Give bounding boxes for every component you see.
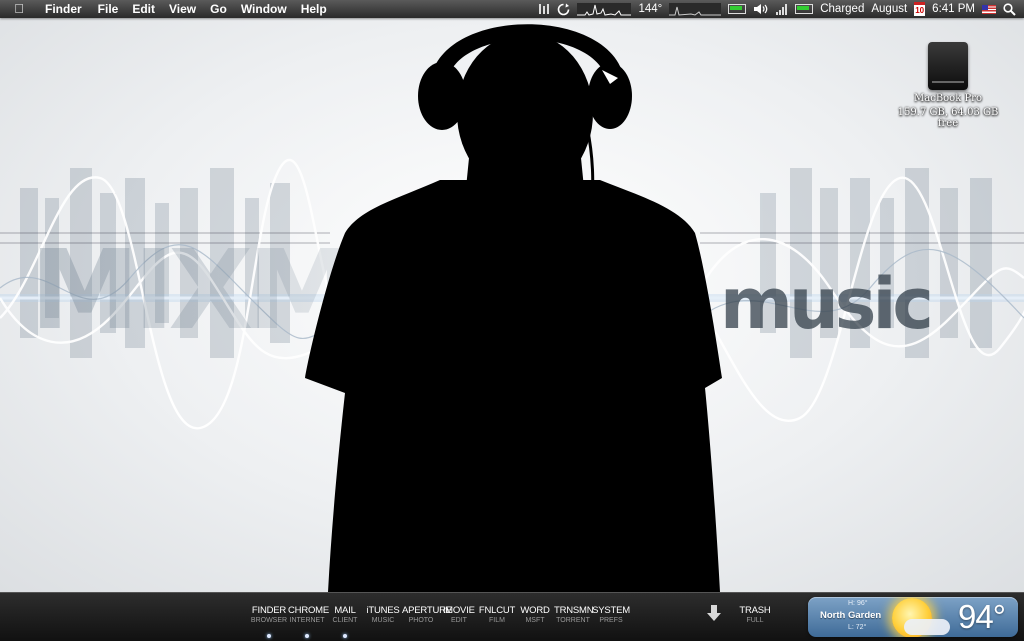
dock-item-subtitle: PREFS (599, 617, 623, 624)
clock-text[interactable]: 6:41 PM (932, 0, 975, 18)
wifi-icon[interactable] (775, 3, 788, 15)
menu-help[interactable]: Help (294, 0, 334, 18)
headphones-silhouette (305, 24, 722, 592)
running-indicator (343, 634, 347, 638)
dock-item-subtitle: CLIENT (332, 617, 358, 624)
dock-item-title: SYSTEM (592, 605, 630, 616)
dock-item-title: iTUNES (366, 605, 400, 616)
menu-edit[interactable]: Edit (125, 0, 162, 18)
sync-icon[interactable] (557, 3, 570, 16)
menu-left:  Finder File Edit View Go Window Help (0, 0, 334, 18)
dock-item-mail[interactable]: MAIL CLIENT (326, 605, 364, 638)
dock-item-subtitle: EDIT (451, 617, 467, 624)
running-indicator (305, 634, 309, 638)
battery-status-text[interactable]: Charged (820, 0, 864, 18)
apple-icon[interactable]:  (0, 0, 38, 18)
dock-item-title: iMOVIE (443, 605, 475, 616)
weather-temperature: 94° (958, 598, 1006, 635)
weather-low: L: 72° (848, 624, 867, 631)
menu-bar:  Finder File Edit View Go Window Help 1… (0, 0, 1024, 18)
dock-item-finalcut[interactable]: FNLCUT FILM (478, 605, 516, 625)
dock-item-subtitle: MSFT (525, 617, 545, 624)
status-menus: 144° Charged August 10 6:41 PM (538, 0, 1024, 18)
volume-icon[interactable] (753, 3, 768, 15)
dock-item-system-prefs[interactable]: SYSTEM PREFS (592, 605, 630, 625)
running-indicator (267, 634, 271, 638)
dock-item-aperture[interactable]: APERTURE PHOTO (402, 605, 452, 625)
activity-graph-icon[interactable] (577, 2, 632, 16)
dock-items: FINDER BROWSER CHROME INTERNET MAIL CLIE… (250, 605, 630, 638)
charging-battery-icon[interactable] (795, 4, 814, 14)
flag-icon[interactable] (982, 4, 996, 14)
dock-item-title: TRNSMN (554, 605, 594, 616)
dock-item-subtitle: INTERNET (289, 617, 325, 624)
menu-app-finder[interactable]: Finder (38, 0, 91, 18)
dock-item-subtitle: TORRENT (556, 617, 590, 624)
date-text[interactable]: August (871, 0, 907, 18)
weather-widget[interactable]: H: 96° North Garden L: 72° 94° (808, 597, 1018, 637)
battery-icon[interactable] (728, 4, 747, 14)
dock-item-title: FNLCUT (478, 605, 516, 616)
dock-item-title: CHROME (288, 605, 330, 616)
dock-item-subtitle: FILM (489, 617, 505, 624)
dock-item-title: APERTURE (402, 605, 452, 616)
dock-item-title: WORD (520, 605, 550, 616)
drive-info-label: 159.7 GB, 64.03 GB free (897, 107, 999, 129)
dock-item-word[interactable]: WORD MSFT (516, 605, 554, 625)
hard-drive-icon (928, 42, 968, 90)
dock-item-subtitle: FULL (746, 617, 764, 624)
desktop-wallpaper: music MIXMU MacBook Pro 159.7 GB, 64.03 … (0, 18, 1024, 592)
dock-item-trash[interactable]: TRASH FULL (736, 605, 774, 625)
dock-item-transmission[interactable]: TRNSMN TORRENT (554, 605, 594, 625)
cloud-icon (904, 619, 950, 635)
dock-item-imovie[interactable]: iMOVIE EDIT (440, 605, 478, 625)
dock-item-chrome[interactable]: CHROME INTERNET (288, 605, 330, 638)
network-graph-icon[interactable] (669, 2, 722, 16)
download-arrow-icon[interactable] (706, 602, 722, 624)
cpu-meter-icon[interactable] (538, 3, 550, 15)
menu-go[interactable]: Go (203, 0, 234, 18)
menu-view[interactable]: View (162, 0, 203, 18)
calendar-icon[interactable]: 10 (914, 2, 926, 16)
menu-window[interactable]: Window (234, 0, 294, 18)
dock-item-itunes[interactable]: iTUNES MUSIC (364, 605, 402, 625)
dock-item-title: FINDER (251, 605, 287, 616)
weather-city: North Garden (820, 610, 882, 621)
dock-item-subtitle: BROWSER (250, 617, 288, 624)
weather-high: H: 96° (848, 600, 868, 607)
spotlight-icon[interactable] (1003, 2, 1016, 16)
dock-item-finder[interactable]: FINDER BROWSER (250, 605, 288, 638)
dock-item-title: TRASH (739, 605, 771, 616)
drive-name-label: MacBook Pro (914, 93, 982, 104)
dock-item-subtitle: MUSIC (371, 617, 395, 624)
dock-item-subtitle: PHOTO (408, 617, 434, 624)
dock-item-title: MAIL (334, 605, 356, 616)
desktop-drive-icon[interactable]: MacBook Pro 159.7 GB, 64.03 GB free (888, 42, 1008, 129)
menu-file[interactable]: File (91, 0, 126, 18)
temperature-text[interactable]: 144° (638, 0, 662, 18)
